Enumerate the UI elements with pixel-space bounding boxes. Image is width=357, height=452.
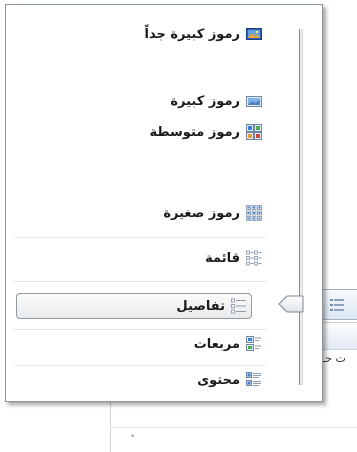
view-slider-track[interactable]	[299, 29, 303, 385]
tiles-icon	[246, 336, 261, 351]
menu-item-label: تفاصيل	[176, 298, 225, 314]
menu-item-list[interactable]: قائمة	[205, 245, 262, 271]
view-menu: رموز كبيرة جداً رموز كبيرة رموز متوسطة ر…	[5, 4, 323, 402]
menu-item-label: رموز متوسطة	[149, 124, 240, 140]
menu-separator	[14, 329, 266, 330]
details-icon	[231, 298, 246, 314]
view-slider-thumb[interactable]	[278, 295, 304, 313]
menu-item-label: رموز صغيرة	[163, 205, 240, 221]
menu-item-details-selected[interactable]: تفاصيل	[16, 293, 252, 319]
background-divider	[110, 427, 357, 428]
background-view-button[interactable]	[322, 289, 357, 320]
menu-item-label: مربعات	[193, 336, 240, 352]
background-dot: •	[130, 432, 136, 442]
menu-item-label: قائمة	[205, 250, 240, 266]
menu-item-label: رموز كبيرة	[170, 93, 240, 109]
details-icon	[330, 299, 344, 311]
large-icons-icon	[246, 96, 262, 107]
menu-item-content[interactable]: محتوى	[197, 367, 262, 393]
menu-item-label: محتوى	[197, 372, 240, 388]
menu-item-label: رموز كبيرة جداً	[144, 26, 241, 42]
list-icon	[246, 250, 262, 266]
content-icon	[246, 372, 261, 386]
small-icons-icon	[246, 205, 262, 221]
background-toolbar	[318, 322, 357, 350]
menu-item-large-icons[interactable]: رموز كبيرة	[170, 88, 262, 114]
screen: ت حـ • رموز كبيرة جداً رموز كبيرة رموز م…	[0, 0, 357, 452]
menu-separator	[14, 365, 266, 366]
menu-item-medium-icons[interactable]: رموز متوسطة	[149, 119, 262, 145]
menu-separator	[14, 281, 266, 282]
background-text-fragment: ت حـ	[322, 352, 346, 365]
menu-item-extra-large-icons[interactable]: رموز كبيرة جداً	[144, 21, 262, 47]
medium-icons-icon	[246, 124, 262, 140]
menu-separator	[14, 237, 266, 238]
menu-item-tiles[interactable]: مربعات	[194, 331, 262, 357]
extra-large-icons-icon	[246, 28, 262, 40]
menu-item-small-icons[interactable]: رموز صغيرة	[163, 200, 262, 226]
